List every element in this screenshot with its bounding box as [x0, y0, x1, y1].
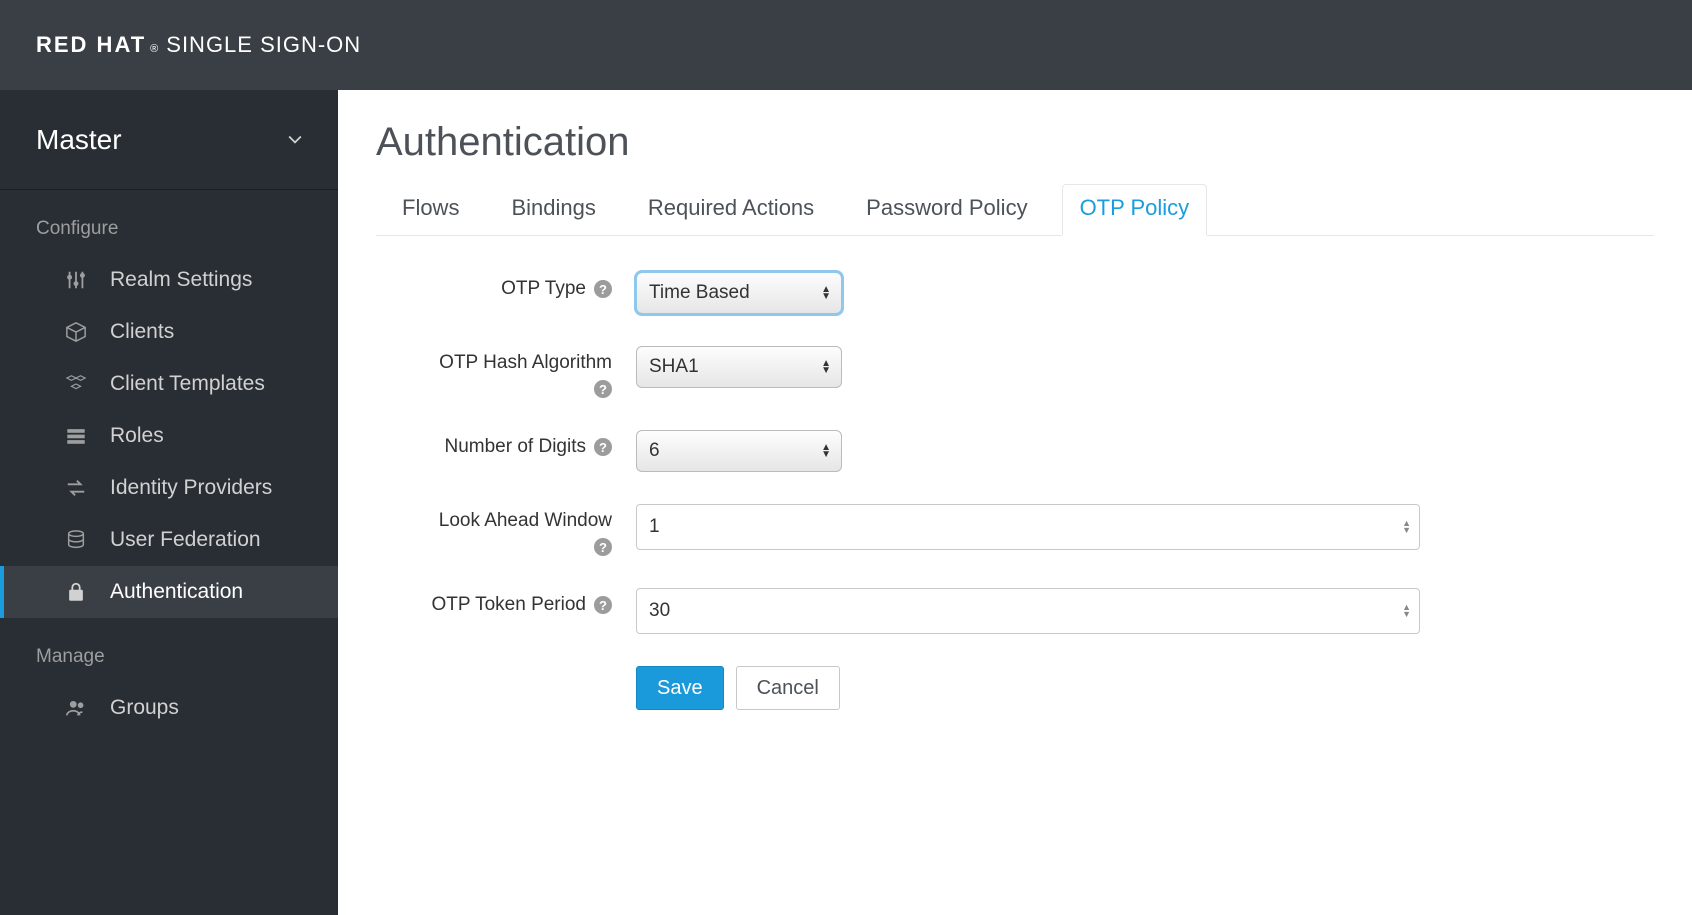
top-header: RED HAT ® SINGLE SIGN-ON [0, 0, 1692, 90]
select-updown-icon: ▲▼ [821, 286, 831, 300]
select-number-of-digits[interactable]: 6 ▲▼ [636, 430, 842, 472]
cubes-icon [64, 373, 88, 395]
database-icon [64, 529, 88, 551]
sidebar-item-label: User Federation [110, 528, 261, 552]
cube-icon [64, 321, 88, 343]
brand-light: SINGLE SIGN-ON [166, 32, 361, 58]
help-icon[interactable]: ? [594, 596, 612, 614]
sidebar-item-roles[interactable]: Roles [0, 410, 338, 462]
section-manage: Manage [0, 618, 338, 682]
sidebar-item-label: Realm Settings [110, 268, 252, 292]
sidebar-item-client-templates[interactable]: Client Templates [0, 358, 338, 410]
chevron-down-icon [288, 129, 302, 150]
help-icon[interactable]: ? [594, 380, 612, 398]
sidebar-item-label: Groups [110, 696, 179, 720]
sidebar-item-identity-providers[interactable]: Identity Providers [0, 462, 338, 514]
select-otp-type[interactable]: Time Based ▲▼ [636, 272, 842, 314]
help-icon[interactable]: ? [594, 280, 612, 298]
lock-icon [64, 581, 88, 603]
sidebar-item-label: Roles [110, 424, 164, 448]
brand: RED HAT ® SINGLE SIGN-ON [36, 32, 361, 58]
select-updown-icon: ▲▼ [821, 444, 831, 458]
cancel-button[interactable]: Cancel [736, 666, 840, 710]
sidebar-item-label: Clients [110, 320, 174, 344]
group-icon [64, 697, 88, 719]
sidebar-item-user-federation[interactable]: User Federation [0, 514, 338, 566]
tab-password-policy[interactable]: Password Policy [866, 185, 1027, 235]
input-otp-token-period[interactable]: 30 ▲▼ [636, 588, 1420, 634]
tab-otp-policy[interactable]: OTP Policy [1080, 185, 1190, 235]
tabs: Flows Bindings Required Actions Password… [376, 185, 1654, 236]
sidebar-item-label: Authentication [110, 580, 243, 604]
registered-mark-icon: ® [150, 43, 158, 55]
page-title: Authentication [376, 120, 1654, 165]
label-digits: Number of Digits ? [376, 430, 636, 458]
tab-flows[interactable]: Flows [402, 185, 459, 235]
sidebar-item-label: Identity Providers [110, 476, 272, 500]
list-icon [64, 425, 88, 447]
sliders-icon [64, 269, 88, 291]
help-icon[interactable]: ? [594, 438, 612, 456]
label-token-period: OTP Token Period ? [376, 588, 636, 616]
number-spinner-icon[interactable]: ▲▼ [1402, 604, 1411, 618]
sidebar-item-label: Client Templates [110, 372, 265, 396]
label-hash-algo: OTP Hash Algorithm ? [376, 346, 636, 398]
label-otp-type: OTP Type ? [376, 272, 636, 300]
realm-name: Master [36, 124, 122, 156]
brand-strong: RED HAT [36, 32, 146, 58]
label-look-ahead: Look Ahead Window ? [376, 504, 636, 556]
sidebar-item-realm-settings[interactable]: Realm Settings [0, 254, 338, 306]
number-spinner-icon[interactable]: ▲▼ [1402, 520, 1411, 534]
tab-required-actions[interactable]: Required Actions [648, 185, 814, 235]
main-content: Authentication Flows Bindings Required A… [338, 90, 1692, 915]
sidebar-item-authentication[interactable]: Authentication [0, 566, 338, 618]
select-updown-icon: ▲▼ [821, 360, 831, 374]
sidebar: Master Configure Realm Settings Clients … [0, 90, 338, 915]
sidebar-item-groups[interactable]: Groups [0, 682, 338, 734]
sidebar-item-clients[interactable]: Clients [0, 306, 338, 358]
tab-bindings[interactable]: Bindings [511, 185, 595, 235]
otp-policy-form: OTP Type ? Time Based ▲▼ OTP Hash Algori… [376, 272, 1654, 710]
help-icon[interactable]: ? [594, 538, 612, 556]
exchange-icon [64, 477, 88, 499]
realm-selector[interactable]: Master [0, 90, 338, 190]
input-look-ahead-window[interactable]: 1 ▲▼ [636, 504, 1420, 550]
save-button[interactable]: Save [636, 666, 724, 710]
section-configure: Configure [0, 190, 338, 254]
select-hash-algorithm[interactable]: SHA1 ▲▼ [636, 346, 842, 388]
